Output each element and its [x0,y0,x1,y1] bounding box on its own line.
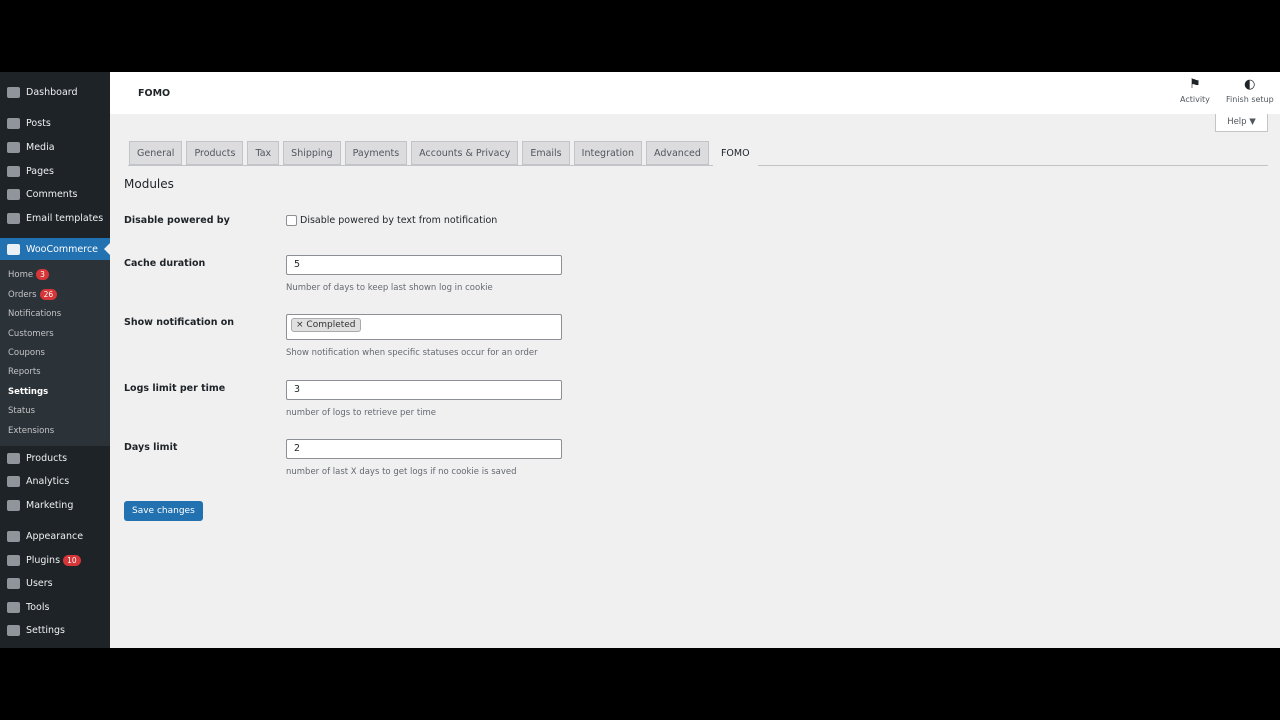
sidebar-item-dashboard[interactable]: Dashboard [0,81,110,103]
sidebar-item-comments[interactable]: Comments [0,183,110,205]
field-description: number of last X days to get logs if no … [286,467,517,477]
field: Disable powered by text from notificatio… [286,215,497,226]
label: Tools [26,601,50,613]
plugin-icon [7,554,20,566]
sidebar-item-posts[interactable]: Posts [0,112,110,134]
comment-icon [7,188,20,200]
label: Marketing [26,499,74,511]
pages-icon [7,165,20,177]
field: 2 number of last X days to get logs if no… [286,439,562,477]
settings-tabs: General Products Tax Shipping Payments A… [128,141,1268,166]
submenu-coupons[interactable]: Coupons [8,348,45,358]
tab-advanced[interactable]: Advanced [646,141,709,165]
logs-limit-input[interactable]: 3 [286,380,562,400]
section-title: Modules [124,177,174,191]
woo-icon [7,243,20,255]
label: Settings [26,624,65,636]
submenu-status[interactable]: Status [8,406,35,416]
label: Analytics [26,475,70,487]
status-chip: × Completed [291,318,361,332]
days-limit-input[interactable]: 2 [286,439,562,459]
field: 5 Number of days to keep last shown log i… [286,255,562,293]
products-icon [7,452,20,464]
submenu-settings[interactable]: Settings [8,387,48,397]
dashboard-icon [7,86,20,98]
sidebar-item-analytics[interactable]: Analytics [0,470,110,492]
remove-chip-icon[interactable]: × [296,320,304,330]
sidebar-item-plugins[interactable]: Plugins 10 [0,549,110,571]
label: Posts [26,117,51,129]
tab-products[interactable]: Products [186,141,244,165]
tab-emails[interactable]: Emails [522,141,570,165]
field-label: Logs limit per time [124,383,226,394]
pin-icon [7,117,20,129]
woocommerce-submenu: Home 3 Orders 26 Notifications Customers C… [0,260,110,446]
sidebar-item-email-templates[interactable]: Email templates [0,207,110,229]
field-label: Disable powered by [124,215,230,226]
badge: 26 [39,289,58,300]
chip-label: Completed [306,320,356,330]
label: WooCommerce [26,243,99,255]
label: Home [8,269,34,280]
field-label: Show notification on [124,317,235,328]
field: 3 number of logs to retrieve per time [286,380,562,418]
disable-powered-checkbox[interactable] [286,215,297,226]
submenu-reports[interactable]: Reports [8,367,41,377]
field-description: Show notification when specific statuses… [286,348,538,358]
field: × Completed Show notification when specif… [286,314,562,358]
label: Users [26,577,53,589]
sidebar-item-products[interactable]: Products [0,447,110,469]
sidebar-item-settings[interactable]: Settings [0,619,110,641]
tab-fomo[interactable]: FOMO [712,141,758,166]
settings-icon [7,624,20,636]
label: Email templates [26,212,104,224]
label: Products [26,452,68,464]
main-content: General Products Tax Shipping Payments A… [110,72,1280,648]
analytics-icon [7,475,20,487]
field-label: Cache duration [124,258,206,269]
field-description: Number of days to keep last shown log in… [286,283,493,293]
app: Dashboard Posts Media Pages Comments Ema… [0,72,1280,648]
media-icon [7,141,20,153]
admin-sidebar: Dashboard Posts Media Pages Comments Ema… [0,72,110,648]
tab-general[interactable]: General [129,141,183,165]
tab-payments[interactable]: Payments [344,141,408,165]
tab-accounts-privacy[interactable]: Accounts & Privacy [411,141,519,165]
sidebar-item-woocommerce[interactable]: WooCommerce [0,238,110,260]
sidebar-item-appearance[interactable]: Appearance [0,525,110,547]
mail-icon [7,212,20,224]
status-multiselect[interactable]: × Completed [286,314,562,340]
sidebar-item-pages[interactable]: Pages [0,160,110,182]
tab-tax[interactable]: Tax [247,141,280,165]
label: Appearance [26,530,84,542]
megaphone-icon [7,499,20,511]
badge: 10 [63,554,81,566]
submenu-customers[interactable]: Customers [8,329,54,339]
label: Plugins [26,554,61,566]
brush-icon [7,530,20,542]
field-label: Days limit [124,442,178,453]
label: Orders [8,289,37,300]
submenu-home[interactable]: Home 3 [8,269,49,280]
label: Dashboard [26,86,78,98]
tab-integration[interactable]: Integration [573,141,642,165]
cache-duration-input[interactable]: 5 [286,255,562,275]
label: Pages [26,165,54,177]
sidebar-item-media[interactable]: Media [0,136,110,158]
submenu-notifications[interactable]: Notifications [8,309,61,319]
wrench-icon [7,601,20,613]
submenu-extensions[interactable]: Extensions [8,426,54,436]
tab-shipping[interactable]: Shipping [283,141,341,165]
submenu-orders[interactable]: Orders 26 [8,289,58,300]
checkbox-label[interactable]: Disable powered by text from notificatio… [300,215,497,226]
save-changes-button[interactable]: Save changes [124,501,203,521]
field-description: number of logs to retrieve per time [286,408,437,418]
sidebar-item-tools[interactable]: Tools [0,596,110,618]
users-icon [7,577,20,589]
sidebar-item-marketing[interactable]: Marketing [0,494,110,516]
sidebar-item-users[interactable]: Users [0,572,110,594]
badge: 3 [36,269,49,280]
label: Comments [26,188,78,200]
label: Media [26,141,55,153]
